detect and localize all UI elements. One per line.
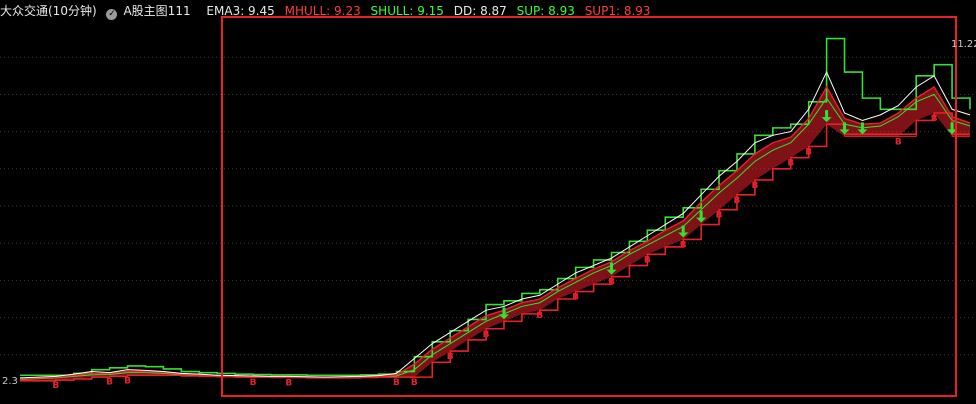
price-chart[interactable]: B B B B B B BBBBBBBBBBBBBBB bbox=[0, 0, 976, 404]
buy-marker-b: B bbox=[483, 330, 490, 340]
buy-marker-b: B bbox=[895, 137, 902, 147]
buy-marker-b: B bbox=[931, 114, 938, 124]
y-tick-high: 11.22 bbox=[951, 39, 976, 50]
buy-marker-b: B bbox=[572, 293, 579, 303]
buy-marker-b: B bbox=[734, 196, 741, 206]
buy-marker-b: B bbox=[536, 311, 543, 321]
series-shull-line bbox=[19, 93, 971, 380]
buy-marker-b: B bbox=[751, 181, 758, 191]
buy-marker-b: B bbox=[124, 376, 131, 386]
buy-marker-b: B bbox=[52, 381, 59, 391]
series-sup1-line bbox=[20, 112, 970, 382]
buy-marker-b: B bbox=[447, 352, 454, 362]
buy-marker-b: B bbox=[285, 378, 292, 388]
buy-marker-b: B bbox=[106, 377, 113, 387]
buy-marker-b: B bbox=[608, 278, 615, 288]
series-dd-line bbox=[20, 112, 970, 382]
chart-window: 大众交通(10分钟) ✓ A股主图111 EMA3: 9.45 MHULL: 9.… bbox=[0, 0, 976, 404]
buy-marker-b: B bbox=[411, 378, 418, 388]
buy-marker-b: B bbox=[716, 211, 723, 221]
y-tick-low: 2.3 bbox=[2, 376, 18, 387]
buy-marker-b: B bbox=[680, 240, 687, 250]
series-mhull-line bbox=[19, 85, 971, 380]
buy-marker-b: B bbox=[644, 255, 651, 265]
buy-marker-b: B bbox=[805, 147, 812, 157]
buy-marker-b: B bbox=[393, 378, 400, 388]
buy-marker-b: B bbox=[787, 159, 794, 169]
red-band-area bbox=[20, 86, 970, 381]
buy-marker-b: B bbox=[250, 378, 257, 388]
